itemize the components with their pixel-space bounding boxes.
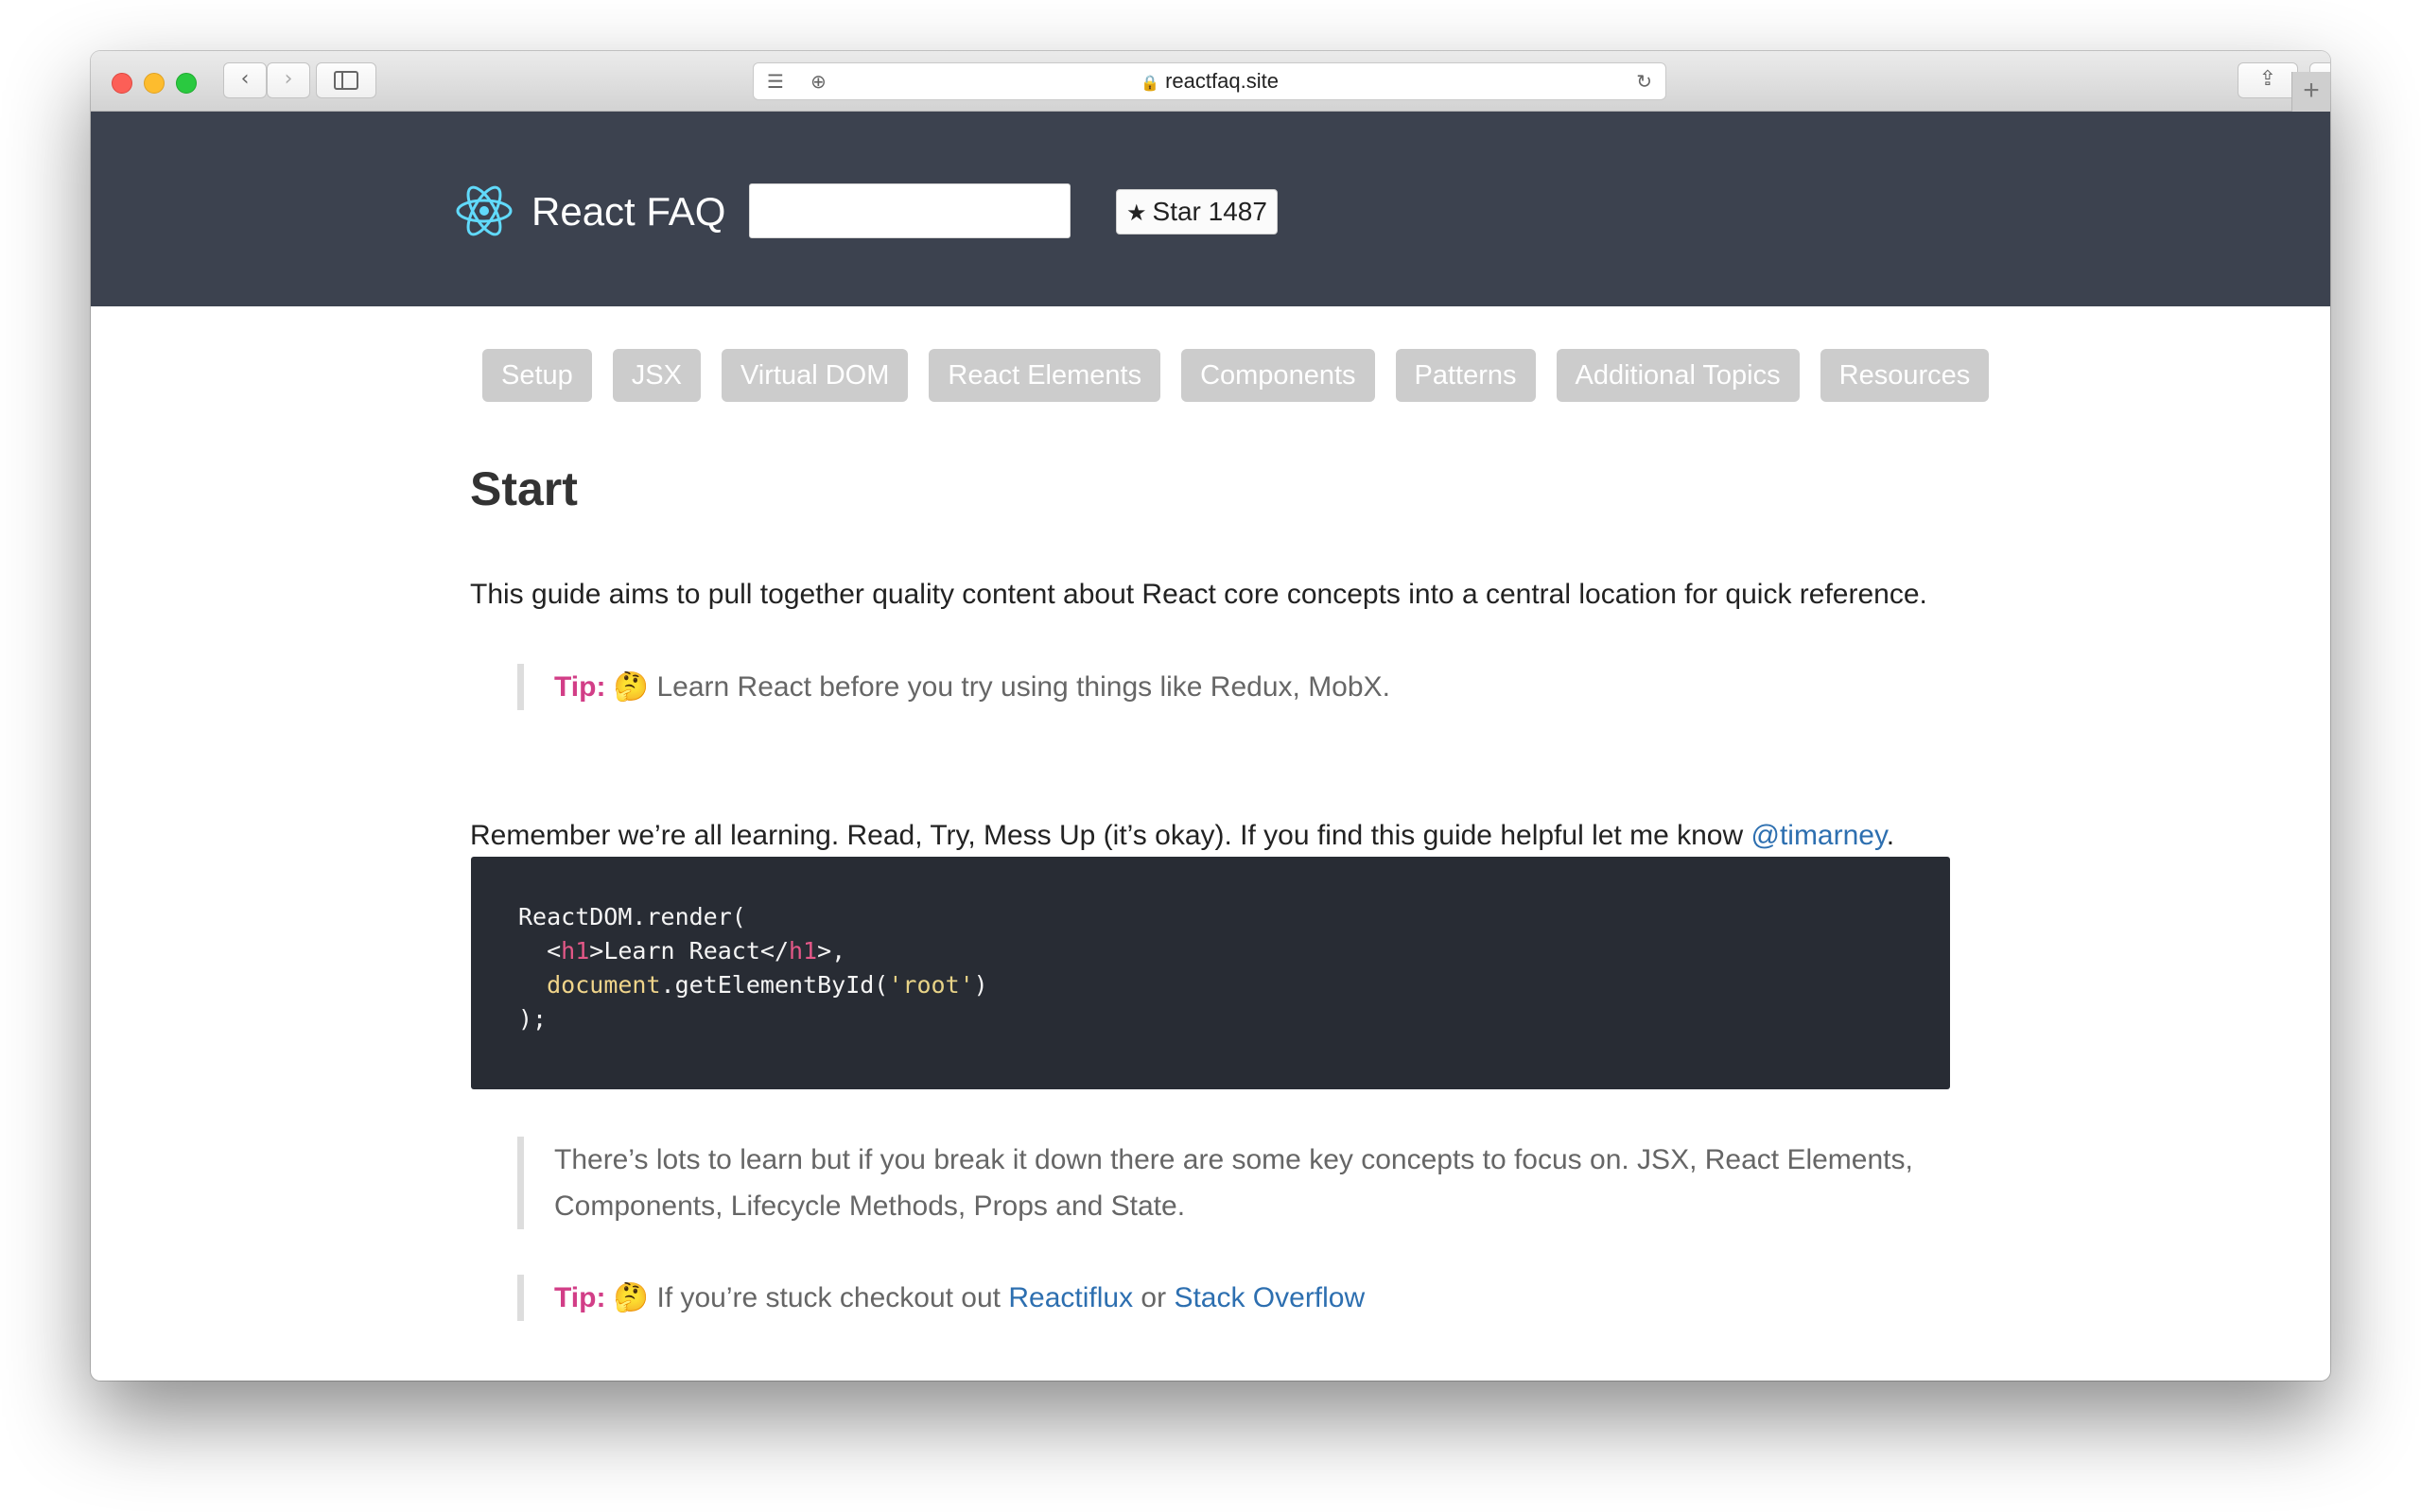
sidebar-icon — [334, 71, 358, 90]
share-icon: ⇪ — [2258, 67, 2277, 91]
star-icon: ★ — [1126, 200, 1147, 226]
lock-icon: 🔒 — [1141, 74, 1159, 92]
github-star-button[interactable]: ★ Star 1487 — [1116, 189, 1278, 235]
forward-button[interactable]: › — [267, 62, 310, 98]
concepts-quote-line-1: There’s lots to learn but if you break i… — [554, 1144, 1913, 1175]
close-window-button[interactable] — [112, 73, 132, 94]
page-title: Start — [470, 462, 578, 515]
address-bar[interactable]: ☰ ⊕ 🔒 reactfaq.site ↻ — [753, 62, 1666, 100]
browser-toolbar: ‹ › ☰ ⊕ 🔒 reactfaq.site ↻ ⇪ ❐ + — [91, 51, 2330, 112]
tip-callout: Tip: 🤔 Learn React before you try using … — [517, 664, 1390, 710]
site-title[interactable]: React FAQ — [531, 185, 725, 238]
search-input[interactable] — [749, 183, 1071, 238]
remember-text: Remember we’re all learning. Read, Try, … — [470, 820, 1744, 851]
tip-label: Tip: — [554, 671, 606, 703]
tip-text: If you’re stuck checkout out — [656, 1282, 1001, 1313]
remember-paragraph: Remember we’re all learning. Read, Try, … — [470, 815, 1894, 857]
new-tab-button[interactable]: + — [2291, 72, 2330, 112]
nav-react-elements[interactable]: React Elements — [929, 349, 1161, 402]
code-line-1: ReactDOM.render( — [518, 903, 746, 930]
remember-tail: . — [1886, 820, 1895, 851]
or-text: or — [1141, 1282, 1167, 1313]
intro-paragraph: This guide aims to pull together quality… — [470, 579, 1927, 610]
react-logo-icon — [456, 185, 513, 236]
code-line-4: ); — [518, 1005, 548, 1033]
tip-text: Learn React before you try using things … — [656, 671, 1390, 703]
url-text: reactfaq.site — [1165, 69, 1279, 93]
share-button[interactable]: ⇪ — [2238, 62, 2298, 98]
browser-window: ‹ › ☰ ⊕ 🔒 reactfaq.site ↻ ⇪ ❐ + — [91, 51, 2330, 1381]
nav-patterns[interactable]: Patterns — [1395, 349, 1536, 402]
nav-virtual-dom[interactable]: Virtual DOM — [721, 349, 909, 402]
star-count-label: Star 1487 — [1152, 197, 1267, 226]
zoom-window-button[interactable] — [176, 73, 197, 94]
nav-components[interactable]: Components — [1181, 349, 1375, 402]
nav-setup[interactable]: Setup — [482, 349, 592, 402]
site-header: React FAQ ★ Star 1487 — [91, 112, 2330, 306]
chevron-right-icon: › — [284, 67, 293, 91]
chevron-left-icon: ‹ — [240, 67, 250, 91]
minimize-window-button[interactable] — [144, 73, 165, 94]
concepts-quote-line-2: Components, Lifecycle Methods, Props and… — [554, 1190, 1186, 1222]
reload-icon[interactable]: ↻ — [1636, 63, 1652, 99]
concepts-quote: There’s lots to learn but if you break i… — [517, 1137, 1913, 1229]
reactiflux-link[interactable]: Reactiflux — [1008, 1282, 1133, 1313]
nav-resources[interactable]: Resources — [1820, 349, 1990, 402]
thinking-face-icon: 🤔 — [613, 670, 650, 704]
tip-callout-2: Tip: 🤔 If you’re stuck checkout out Reac… — [517, 1275, 1365, 1321]
thinking-face-icon: 🤔 — [613, 1281, 650, 1314]
code-block: ReactDOM.render( <h1>Learn React</h1>, d… — [471, 857, 1950, 1089]
stack-overflow-link[interactable]: Stack Overflow — [1174, 1282, 1365, 1313]
sidebar-toggle-button[interactable] — [316, 62, 376, 98]
nav-additional-topics[interactable]: Additional Topics — [1556, 349, 1800, 402]
back-button[interactable]: ‹ — [223, 62, 267, 98]
nav-jsx[interactable]: JSX — [612, 349, 701, 402]
timarney-link[interactable]: @timarney — [1750, 820, 1886, 851]
tip-label: Tip: — [554, 1282, 606, 1313]
topic-nav: Setup JSX Virtual DOM React Elements Com… — [482, 349, 1990, 402]
plus-icon: + — [2303, 75, 2320, 106]
